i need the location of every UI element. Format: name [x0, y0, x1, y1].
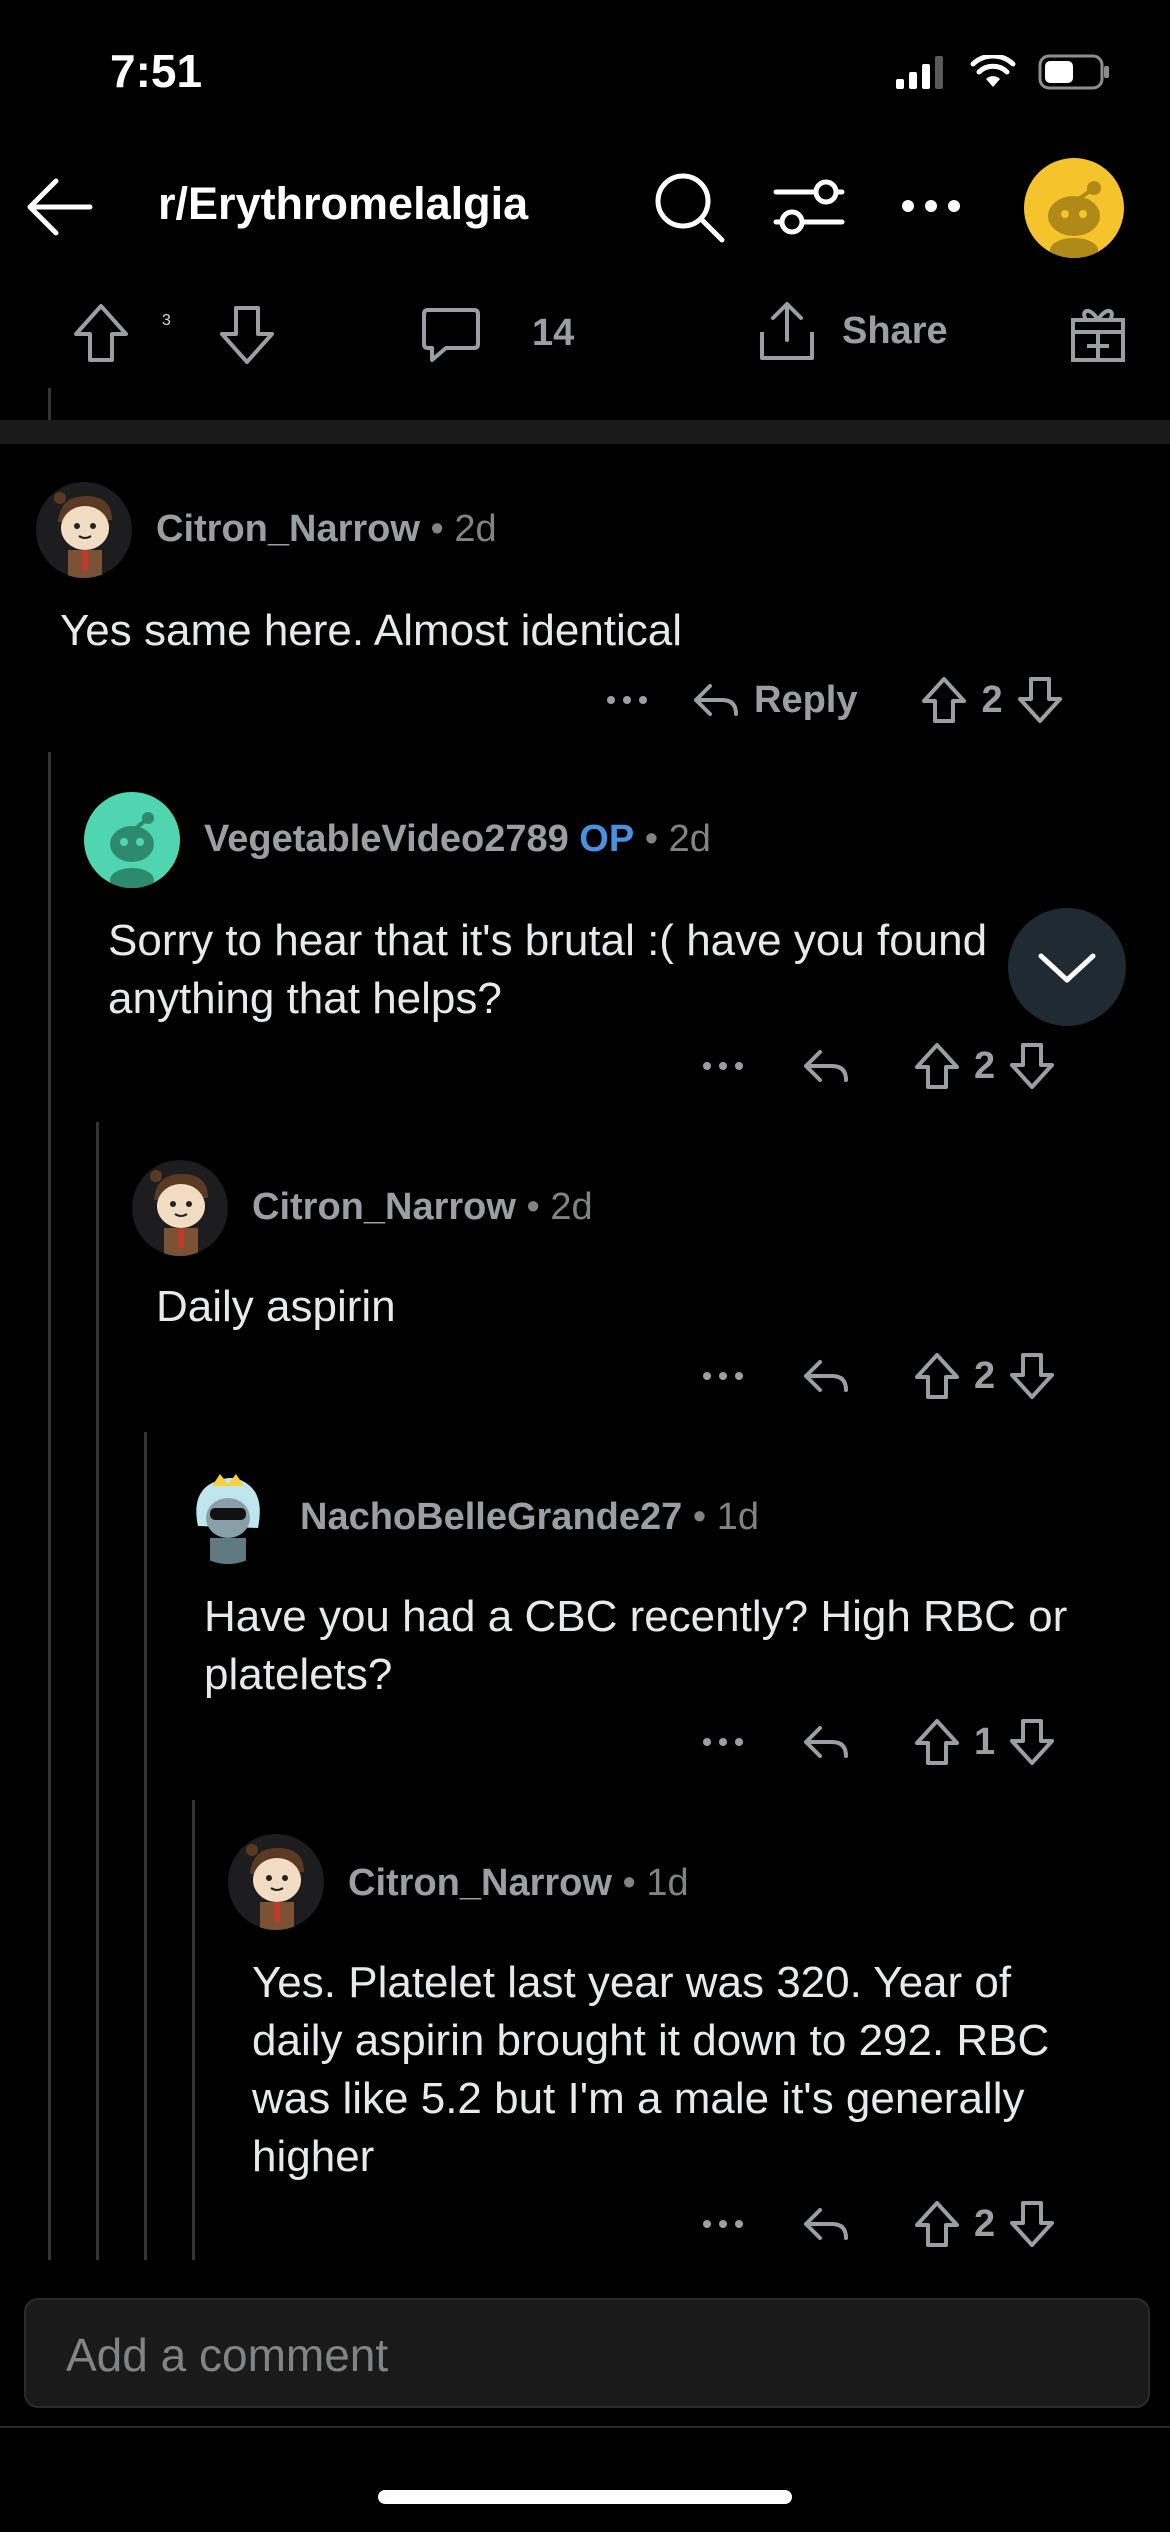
downvote-icon[interactable]: [1009, 1352, 1055, 1400]
comment-actions: 1: [702, 1718, 1055, 1766]
vote-count: 2: [974, 1044, 996, 1087]
share-icon[interactable]: [756, 300, 818, 364]
comment-body: Yes same here. Almost identical: [60, 606, 683, 655]
comment-username[interactable]: Citron_Narrow • 2d: [252, 1186, 593, 1229]
vote-count: 1: [974, 1720, 996, 1763]
wifi-icon: [970, 55, 1016, 89]
add-comment-input[interactable]: Add a comment: [24, 2298, 1150, 2408]
upvote-icon[interactable]: [921, 676, 967, 724]
thread-line-level-4: [192, 1800, 195, 2260]
search-icon[interactable]: [652, 170, 726, 244]
reply-icon[interactable]: [802, 1046, 850, 1086]
next-comment-button[interactable]: [1008, 908, 1126, 1026]
filter-icon[interactable]: [772, 176, 846, 240]
reply-icon[interactable]: [802, 1722, 850, 1762]
comment-body: Daily aspirin: [156, 1282, 396, 1331]
chevron-down-icon: [1038, 953, 1096, 983]
upvote-icon[interactable]: [72, 302, 130, 364]
downvote-icon[interactable]: [218, 304, 276, 366]
upvote-icon[interactable]: [914, 1352, 960, 1400]
more-icon[interactable]: [900, 198, 962, 214]
comment-username[interactable]: Citron_Narrow • 1d: [348, 1862, 689, 1905]
section-divider: [0, 420, 1170, 444]
back-arrow-icon[interactable]: [24, 172, 94, 242]
upvote-icon[interactable]: [914, 1042, 960, 1090]
more-icon[interactable]: [606, 695, 648, 705]
bottom-divider: [0, 2426, 1170, 2428]
thread-line-level-1: [48, 752, 51, 2260]
upvote-icon[interactable]: [914, 1718, 960, 1766]
thread-line-level-3: [144, 1432, 147, 2260]
comment-actions: Reply 2: [606, 676, 1063, 724]
vote-count: 2: [981, 678, 1003, 721]
comment-actions: 2: [702, 1352, 1055, 1400]
thread-line-top: [48, 388, 51, 420]
comment-avatar[interactable]: [228, 1834, 324, 1930]
comment-body: Yes. Platelet last year was 320. Year of…: [252, 1958, 1050, 2181]
comment-body: Have you had a CBC recently? High RBC or…: [204, 1592, 1068, 1699]
comment-avatar[interactable]: [84, 792, 180, 888]
thread-line-level-2: [96, 1122, 99, 2260]
reply-icon[interactable]: [802, 1356, 850, 1396]
comment-avatar[interactable]: [180, 1468, 276, 1564]
upvote-icon[interactable]: [914, 2200, 960, 2248]
more-icon[interactable]: [702, 1737, 744, 1747]
comment-actions: 2: [702, 1042, 1055, 1090]
reply-icon[interactable]: [802, 2204, 850, 2244]
op-badge: OP: [579, 818, 635, 860]
more-icon[interactable]: [702, 1371, 744, 1381]
reply-button[interactable]: Reply: [754, 679, 857, 722]
avatar[interactable]: [1024, 158, 1124, 258]
status-icons: [896, 54, 1110, 90]
vote-count: 2: [974, 2202, 996, 2245]
downvote-icon[interactable]: [1009, 1718, 1055, 1766]
reply-icon[interactable]: [692, 680, 740, 720]
downvote-icon[interactable]: [1009, 1042, 1055, 1090]
more-icon[interactable]: [702, 1061, 744, 1071]
comment-count: 14: [532, 312, 575, 354]
comment-avatar[interactable]: [36, 482, 132, 578]
comment-username[interactable]: VegetableVideo2789 OP • 2d: [204, 818, 711, 861]
comment-body: Sorry to hear that it's brutal :( have y…: [108, 916, 988, 1023]
comment-avatar[interactable]: [132, 1160, 228, 1256]
more-icon[interactable]: [702, 2219, 744, 2229]
vote-count: 2: [974, 1354, 996, 1397]
share-label[interactable]: Share: [842, 310, 948, 353]
comment-actions: 2: [702, 2200, 1055, 2248]
status-time: 7:51: [110, 45, 203, 97]
signal-icon: [896, 55, 948, 89]
downvote-icon[interactable]: [1017, 676, 1063, 724]
comment-username[interactable]: NachoBelleGrande27 • 1d: [300, 1496, 759, 1539]
comment-icon[interactable]: [420, 304, 482, 366]
comment-username[interactable]: Citron_Narrow • 2d: [156, 508, 497, 551]
post-vote-count: 3: [162, 312, 171, 329]
home-indicator[interactable]: [378, 2490, 792, 2504]
subreddit-title[interactable]: r/Erythromelalgia: [158, 178, 528, 230]
award-icon[interactable]: [1068, 302, 1128, 364]
add-comment-placeholder: Add a comment: [66, 2329, 389, 2381]
battery-icon: [1038, 54, 1110, 90]
downvote-icon[interactable]: [1009, 2200, 1055, 2248]
